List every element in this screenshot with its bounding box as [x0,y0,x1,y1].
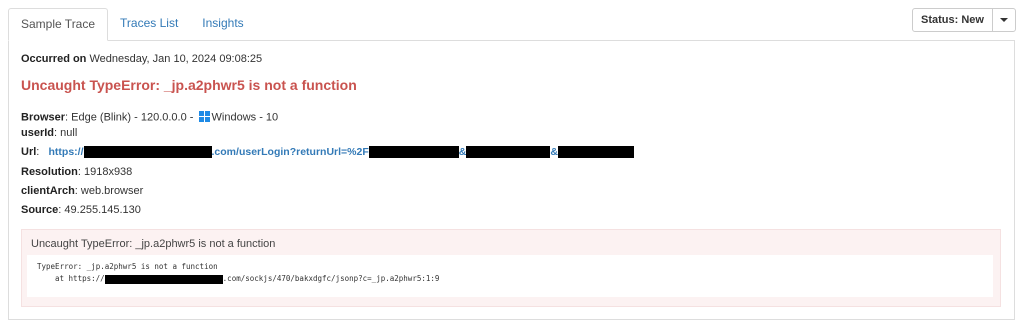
clientarch-value: web.browser [80,185,144,197]
tab-insights[interactable]: Insights [190,8,255,39]
url-row: Url: https://.com/userLogin?returnUrl=%2… [21,146,634,159]
resolution-label: Resolution [21,166,78,178]
browser-value: Edge (Blink) - 120.0.0.0 - [71,111,194,124]
url-part2: & [458,146,467,158]
stack-line-2-suffix: .com/sockjs/470/bakxdgfc/jsonp?c=_jp.a2p… [222,274,440,283]
occurred-on: Occurred on Wednesday, Jan 10, 2024 09:0… [21,53,262,65]
redaction-block [83,146,212,159]
tab-sample-trace[interactable]: Sample Trace [8,8,109,41]
trace-panel: Occurred on Wednesday, Jan 10, 2024 09:0… [8,40,1015,320]
source-value: 49.255.145.130 [64,204,141,216]
resolution-row: Resolution: 1918x938 [21,166,133,178]
stack-line-2: at https:// .com/sockjs/470/bakxdgfc/json… [37,273,983,285]
redaction-block [466,146,551,159]
url-prefix: https:// [48,146,84,158]
status-button[interactable]: Status: New [913,9,993,31]
source-label: Source [21,204,59,216]
stack-trace: TypeError: _jp.a2phwr5 is not a function… [27,255,993,297]
windows-icon [198,111,210,122]
stack-line-2-prefix: at https:// [55,274,105,283]
status-toggle-button[interactable] [993,9,1015,31]
status-dropdown: Status: New [912,8,1016,32]
redaction-block [368,146,459,159]
stack-line-1: TypeError: _jp.a2phwr5 is not a function [37,262,218,271]
error-title: Uncaught TypeError: _jp.a2phwr5 is not a… [21,77,357,93]
caret-down-icon [1000,18,1008,22]
tab-traces-list[interactable]: Traces List [108,8,190,39]
occurred-value: Wednesday, Jan 10, 2024 09:08:25 [89,53,263,65]
browser-label: Browser [21,111,66,124]
redaction-block [104,274,223,284]
tab-bar: Sample Trace Traces List Insights [8,8,256,41]
clientarch-label: clientArch [21,185,75,197]
redaction-block [557,146,634,159]
occurred-label: Occurred on [21,53,87,65]
userid-value: null [60,127,78,139]
browser-row: Browser: Edge (Blink) - 120.0.0.0 - Wind… [21,111,279,124]
url-part1: .com/userLogin?returnUrl=%2F [211,146,369,158]
userid-label: userId [21,127,55,139]
error-box-title: Uncaught TypeError: _jp.a2phwr5 is not a… [31,238,276,250]
clientarch-row: clientArch: web.browser [21,185,144,197]
url-part3: & [550,146,558,158]
url-label: Url [21,146,37,158]
userid-row: userId: null [21,127,78,139]
os-value: Windows - 10 [211,111,279,124]
resolution-value: 1918x938 [83,166,133,178]
url-link[interactable]: https:// .com/userLogin?returnUrl=%2F & & [48,146,634,159]
source-row: Source: 49.255.145.130 [21,204,141,216]
error-details-box: Uncaught TypeError: _jp.a2phwr5 is not a… [21,229,1001,307]
